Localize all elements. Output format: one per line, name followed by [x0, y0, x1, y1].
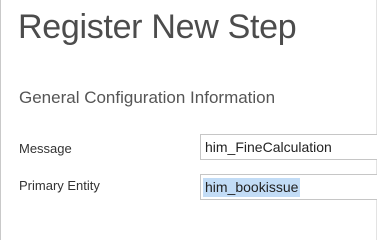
- message-label: Message: [19, 141, 72, 156]
- section-title: General Configuration Information: [19, 88, 276, 107]
- message-input-value: him_FineCalculation: [205, 139, 332, 155]
- page-title: Register New Step: [18, 8, 297, 46]
- primary-entity-label: Primary Entity: [19, 178, 100, 193]
- primary-entity-input-value: him_bookissue: [203, 178, 301, 197]
- dialog-frame: Register New Step General Configuration …: [0, 0, 377, 240]
- message-input[interactable]: him_FineCalculation: [200, 134, 377, 160]
- primary-entity-input[interactable]: him_bookissue: [200, 174, 377, 200]
